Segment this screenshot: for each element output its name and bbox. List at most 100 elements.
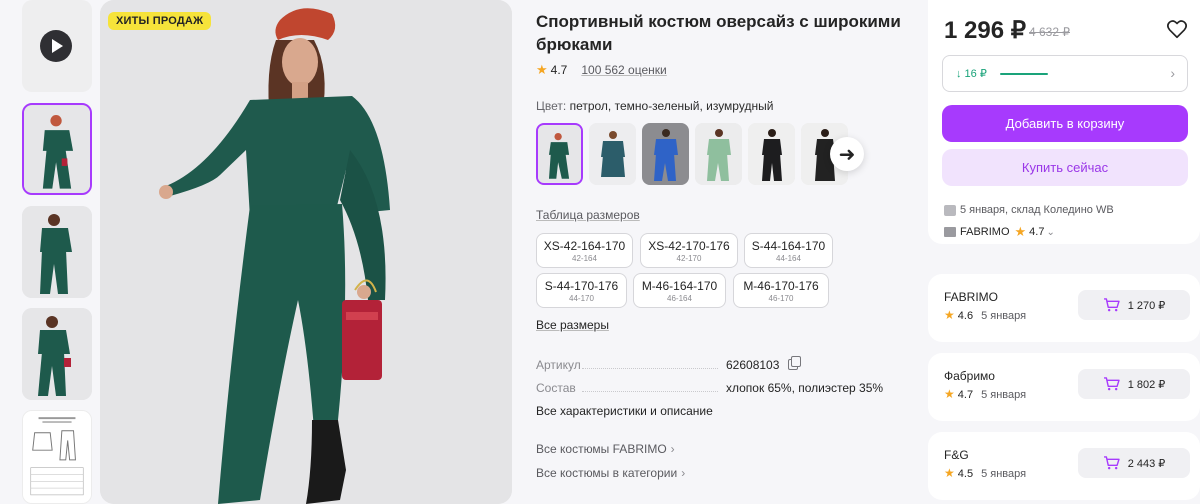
spec-value: хлопок 65%, полиэстер 35%: [726, 381, 884, 395]
cart-icon: [1103, 298, 1120, 312]
chevron-right-icon: ›: [1170, 65, 1175, 81]
current-price: 1 296 ₽: [944, 17, 1026, 44]
offer-seller[interactable]: Фабримо: [944, 369, 995, 383]
thumbnail-photo-2-image: [22, 206, 92, 298]
size-option[interactable]: S-44-164-170 44-164: [744, 233, 833, 268]
cart-icon: [1103, 377, 1120, 391]
spec-article: Артикул 62608103: [536, 356, 906, 372]
star-icon: ★: [536, 62, 548, 77]
heart-icon[interactable]: [1166, 18, 1188, 40]
swatch-black-image: [748, 123, 795, 185]
size-option[interactable]: M-46-170-176 46-170: [733, 273, 829, 308]
box-icon: [944, 204, 956, 216]
thumbnail-video[interactable]: [22, 0, 92, 92]
size-label: XS-42-164-170: [543, 239, 626, 253]
arrow-right-icon[interactable]: ➜: [830, 137, 864, 171]
seller-rating: 4.7: [1029, 226, 1045, 238]
delivery-info: 5 января, склад Коледино WB: [944, 204, 1114, 216]
size-option[interactable]: XS-42-170-176 42-170: [640, 233, 738, 268]
offer-seller[interactable]: F&G: [944, 448, 969, 462]
thumbnail-photo-3[interactable]: [22, 308, 92, 400]
swatch-teal[interactable]: [589, 123, 636, 185]
category-costumes-label: Все костюмы в категории: [536, 466, 678, 480]
price-trend-line: [1000, 73, 1048, 75]
size-label: M-46-170-176: [743, 279, 819, 293]
swatch-green-image: [538, 125, 581, 183]
chevron-right-icon: ›: [681, 466, 686, 480]
size-option[interactable]: XS-42-164-170 42-164: [536, 233, 633, 268]
offer-buy-button[interactable]: 1 802 ₽: [1078, 369, 1190, 399]
category-costumes-link[interactable]: Все костюмы в категории ›: [536, 466, 685, 480]
seller-info[interactable]: FABRIMO ★ 4.7 ⌄: [944, 224, 1055, 240]
size-sublabel: 42-170: [676, 254, 702, 263]
add-to-cart-button[interactable]: Добавить в корзину: [942, 105, 1188, 142]
thumbnail-photo-1-image: [24, 105, 90, 193]
star-icon: ★: [944, 308, 955, 322]
play-icon[interactable]: [40, 30, 72, 62]
thumbnail-photo-2[interactable]: [22, 206, 92, 298]
all-sizes-link[interactable]: Все размеры: [536, 318, 609, 332]
main-product-image[interactable]: ХИТЫ ПРОДАЖ: [100, 0, 512, 504]
offer-meta: ★ 4.7 5 января: [944, 387, 1026, 401]
swatch-green[interactable]: [536, 123, 583, 185]
offer-price: 1 802 ₽: [1127, 378, 1166, 391]
offer-date: 5 января: [981, 468, 1027, 480]
swatch-mint-image: [695, 123, 742, 185]
size-label: XS-42-170-176: [648, 239, 730, 253]
delivery-text: 5 января, склад Коледино WB: [960, 204, 1114, 216]
size-label: M-46-164-170: [641, 279, 718, 293]
swatch-mint[interactable]: [695, 123, 742, 185]
star-icon: ★: [944, 466, 955, 480]
size-sublabel: 46-170: [768, 294, 794, 303]
color-value: петрол, темно-зеленый, изумрудный: [569, 99, 774, 113]
shop-icon: [944, 227, 956, 237]
price-history[interactable]: ↓ 16 ₽ ›: [942, 55, 1188, 92]
product-rating: ★ 4.7 100 562 оценки: [536, 62, 667, 78]
size-sublabel: 44-170: [569, 294, 594, 303]
brand-costumes-link[interactable]: Все костюмы FABRIMO ›: [536, 442, 675, 456]
size-option[interactable]: M-46-164-170 46-164: [633, 273, 726, 308]
thumbnail-photo-3-image: [22, 308, 92, 400]
size-label: S-44-170-176: [544, 279, 619, 293]
size-chart-image: [23, 411, 91, 503]
product-title: Спортивный костюм оверсайз с широкими бр…: [536, 12, 901, 54]
color-swatches: ➜: [536, 123, 906, 187]
size-sublabel: 46-164: [667, 294, 692, 303]
color-label-key: Цвет:: [536, 99, 567, 113]
offer-meta: ★ 4.6 5 января: [944, 308, 1026, 322]
thumbnail-photo-1[interactable]: [22, 103, 92, 195]
thumbnail-size-chart[interactable]: [22, 410, 92, 504]
offer-buy-button[interactable]: 1 270 ₽: [1078, 290, 1190, 320]
offer-card: FABRIMO ★ 4.6 5 января 1 270 ₽: [928, 274, 1200, 342]
size-table-link[interactable]: Таблица размеров: [536, 208, 640, 222]
buy-panel: 1 296 ₽ 4 632 ₽ ↓ 16 ₽ › Добавить в корз…: [928, 0, 1200, 244]
article-number: 62608103: [726, 358, 780, 372]
offer-date: 5 января: [981, 310, 1027, 322]
buy-now-button[interactable]: Купить сейчас: [942, 149, 1188, 186]
chevron-right-icon: ›: [670, 442, 675, 456]
swatch-blue-image: [642, 123, 689, 185]
all-characteristics-link[interactable]: Все характеристики и описание: [536, 404, 713, 418]
offer-rating: 4.7: [957, 389, 974, 401]
copy-icon[interactable]: [787, 356, 801, 370]
color-label: Цвет: петрол, темно-зеленый, изумрудный: [536, 99, 773, 113]
rating-value: 4.7: [550, 63, 568, 77]
offer-meta: ★ 4.5 5 января: [944, 466, 1026, 480]
offer-card: F&G ★ 4.5 5 января 2 443 ₽: [928, 432, 1200, 500]
model-photo: [100, 0, 512, 504]
star-icon: ★: [1014, 224, 1027, 239]
swatch-black[interactable]: [748, 123, 795, 185]
bestseller-badge: ХИТЫ ПРОДАЖ: [108, 12, 212, 30]
offer-rating: 4.5: [957, 468, 974, 480]
old-price: 4 632 ₽: [1029, 25, 1070, 39]
offer-seller[interactable]: FABRIMO: [944, 290, 998, 304]
swatch-teal-image: [589, 123, 636, 185]
size-sublabel: 42-164: [572, 254, 597, 263]
spec-composition: Состав хлопок 65%, полиэстер 35%: [536, 381, 906, 395]
offer-buy-button[interactable]: 2 443 ₽: [1078, 448, 1190, 478]
brand-costumes-label: Все костюмы FABRIMO: [536, 442, 667, 456]
swatch-blue[interactable]: [642, 123, 689, 185]
chevron-down-icon: ⌄: [1046, 226, 1055, 238]
size-option[interactable]: S-44-170-176 44-170: [536, 273, 627, 308]
reviews-link[interactable]: 100 562 оценки: [581, 63, 666, 77]
